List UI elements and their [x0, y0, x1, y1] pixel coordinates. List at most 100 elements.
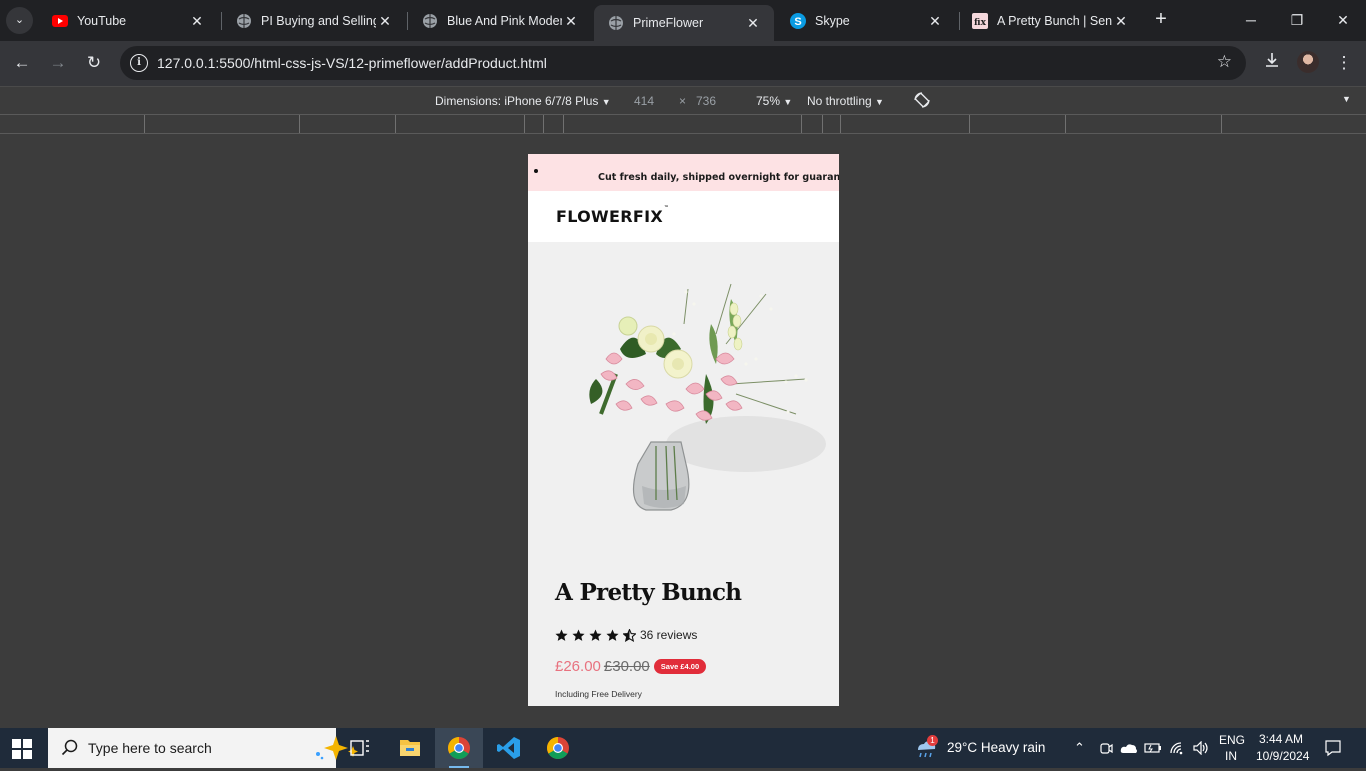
- search-placeholder: Type here to search: [88, 740, 212, 756]
- volume-icon[interactable]: [1192, 741, 1210, 755]
- logo-text: FLOWERFIX: [556, 207, 663, 226]
- close-icon[interactable]: ✕: [376, 12, 394, 30]
- minimize-icon: ─: [1246, 12, 1256, 28]
- clock-date[interactable]: 10/9/2024: [1256, 749, 1309, 763]
- close-icon[interactable]: ✕: [744, 14, 762, 32]
- throttling-select[interactable]: No throttling ▼: [807, 94, 884, 108]
- ruler-tick: [840, 115, 841, 133]
- ruler-tick: [801, 115, 802, 133]
- tab-search-button[interactable]: ⌄: [6, 7, 33, 34]
- file-explorer-button[interactable]: [386, 728, 434, 768]
- tab-a-pretty-bunch[interactable]: fix A Pretty Bunch | Send ✕: [958, 5, 1142, 36]
- close-icon: ✕: [1337, 12, 1349, 28]
- reload-button[interactable]: ↻: [81, 51, 107, 75]
- announcement-text: Cut fresh daily, shipped overnight for g…: [598, 172, 839, 183]
- chevron-down-icon: ⌄: [14, 14, 25, 26]
- bookmark-star-icon[interactable]: ☆: [1217, 52, 1232, 72]
- product-title: A Pretty Bunch: [555, 579, 742, 606]
- ruler-tick: [543, 115, 544, 133]
- battery-icon[interactable]: [1144, 742, 1162, 754]
- ruler-tick: [563, 115, 564, 133]
- device-viewport: Cut fresh daily, shipped overnight for g…: [528, 154, 839, 706]
- product-image[interactable]: [556, 264, 836, 519]
- address-bar[interactable]: i 127.0.0.1:5500/html-css-js-VS/12-prime…: [120, 46, 1246, 80]
- flowerfix-icon: fix: [972, 12, 988, 29]
- weather-text[interactable]: 29°C Heavy rain: [947, 740, 1045, 755]
- tab-youtube[interactable]: YouTube ✕: [38, 5, 218, 36]
- url-text[interactable]: 127.0.0.1:5500/html-css-js-VS/12-primefl…: [157, 55, 547, 71]
- language-region[interactable]: IN: [1225, 749, 1237, 763]
- site-logo[interactable]: FLOWERFIX™: [556, 205, 670, 226]
- globe-icon: [237, 13, 251, 28]
- tab-title: Skype: [815, 13, 850, 28]
- chrome-icon: [547, 737, 569, 759]
- profile-avatar[interactable]: [1297, 51, 1319, 73]
- close-window-button[interactable]: ✕: [1320, 0, 1366, 41]
- list-bullet: [534, 169, 538, 173]
- close-icon[interactable]: ✕: [562, 12, 580, 30]
- caret-down-icon: ▼: [783, 97, 793, 107]
- globe-icon: [423, 13, 437, 28]
- back-button[interactable]: ←: [9, 51, 35, 75]
- review-count[interactable]: 36 reviews: [640, 628, 697, 642]
- rotate-device-button[interactable]: [913, 91, 931, 112]
- ruler-tick: [299, 115, 300, 133]
- ruler-tick: [822, 115, 823, 133]
- vscode-icon: [497, 737, 520, 759]
- save-badge: Save £4.00: [653, 659, 707, 674]
- star-full-icon: [589, 629, 602, 641]
- close-icon[interactable]: ✕: [926, 12, 944, 30]
- ruler-tick: [144, 115, 145, 133]
- delivery-note: Including Free Delivery: [555, 689, 642, 699]
- wifi-icon[interactable]: [1169, 741, 1185, 755]
- device-bar-options-icon[interactable]: ▼: [1342, 94, 1351, 104]
- ruler-tick: [1065, 115, 1066, 133]
- tab-title: PrimeFlower: [633, 16, 704, 30]
- close-icon[interactable]: ✕: [188, 12, 206, 30]
- notifications-icon[interactable]: [1324, 739, 1342, 757]
- star-full-icon: [555, 629, 568, 641]
- menu-button[interactable]: ⋮: [1331, 51, 1357, 75]
- show-hidden-icons-icon[interactable]: ⌃: [1074, 740, 1085, 756]
- tab-blue-pink[interactable]: Blue And Pink Moder ✕: [408, 5, 592, 36]
- downloads-button[interactable]: [1259, 51, 1285, 75]
- ruler-tick: [1221, 115, 1222, 133]
- tab-pi-buying[interactable]: PI Buying and Selling ✕: [222, 5, 406, 36]
- onedrive-icon[interactable]: [1120, 742, 1138, 754]
- price-row: £26.00 £30.00 Save £4.00: [555, 658, 707, 675]
- forward-button[interactable]: →: [45, 51, 71, 75]
- clock-time[interactable]: 3:44 AM: [1259, 732, 1303, 746]
- ruler-tick: [524, 115, 525, 133]
- zoom-select[interactable]: 75% ▼: [756, 94, 792, 108]
- youtube-icon: [52, 14, 68, 27]
- caret-down-icon: ▼: [601, 97, 611, 107]
- taskbar-search-box[interactable]: Type here to search: [48, 728, 358, 768]
- chrome-second-taskbar-button[interactable]: [534, 728, 582, 768]
- trademark-mark: ™: [663, 205, 670, 211]
- language-indicator[interactable]: ENG: [1219, 733, 1245, 747]
- vscode-taskbar-button[interactable]: [485, 728, 533, 768]
- product-rating[interactable]: 36 reviews: [555, 628, 697, 642]
- site-info-icon[interactable]: i: [130, 54, 148, 72]
- windows-start-icon[interactable]: [12, 739, 32, 759]
- minimize-button[interactable]: ─: [1228, 0, 1274, 41]
- caret-down-icon: ▼: [875, 97, 884, 107]
- device-dimensions-select[interactable]: Dimensions: iPhone 6/7/8 Plus ▼: [435, 94, 611, 108]
- arrow-right-icon: →: [49, 53, 67, 72]
- task-view-button[interactable]: [336, 728, 384, 768]
- tab-skype[interactable]: S Skype ✕: [776, 5, 956, 36]
- chrome-taskbar-button[interactable]: [435, 728, 483, 768]
- tab-primeflower[interactable]: PrimeFlower ✕: [594, 5, 774, 41]
- new-tab-button[interactable]: +: [1150, 8, 1172, 30]
- restore-icon: ❐: [1290, 12, 1304, 28]
- meet-now-icon[interactable]: [1099, 741, 1113, 755]
- tab-title: A Pretty Bunch | Send: [997, 13, 1112, 28]
- rotate-icon: [914, 92, 930, 108]
- restore-button[interactable]: ❐: [1274, 0, 1320, 41]
- close-icon[interactable]: ✕: [1112, 12, 1130, 30]
- device-height-input[interactable]: 736: [696, 94, 716, 108]
- browser-toolbar: ← → ↻ i 127.0.0.1:5500/html-css-js-VS/12…: [0, 41, 1366, 86]
- reload-icon: ↻: [86, 53, 102, 72]
- folder-icon: [400, 740, 420, 756]
- device-width-input[interactable]: 414: [634, 94, 654, 108]
